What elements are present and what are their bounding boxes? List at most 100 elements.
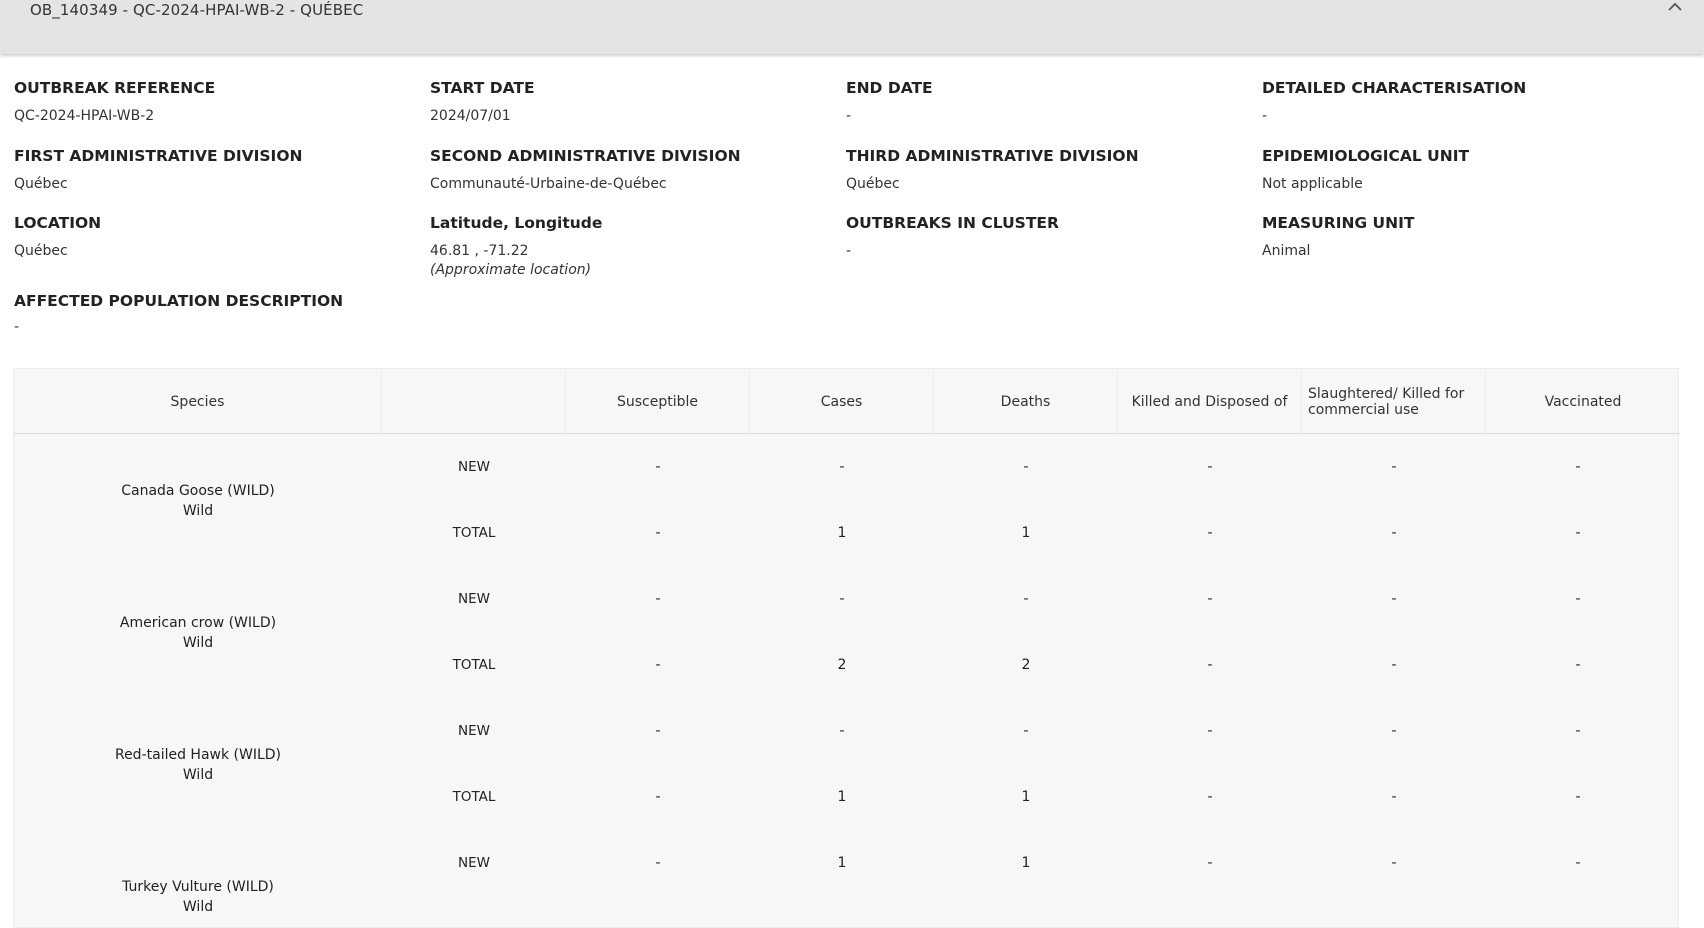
susceptible-cell: - <box>655 591 661 607</box>
killed-cell: - <box>1207 789 1213 805</box>
species-name: Canada Goose (WILD) <box>121 483 275 499</box>
killed-cell: - <box>1207 591 1213 607</box>
species-category: Wild <box>182 503 214 519</box>
cases-cell: 1 <box>837 789 847 805</box>
killed-cell: - <box>1207 525 1213 541</box>
deaths-cell: - <box>1023 591 1029 607</box>
field-label: SECOND ADMINISTRATIVE DIVISION <box>430 147 741 165</box>
field-value: Not applicable <box>1262 176 1363 192</box>
deaths-cell: 1 <box>1021 525 1031 541</box>
field-value: 46.81 , -71.22 <box>430 243 529 259</box>
susceptible-cell: - <box>655 657 661 673</box>
field-value: Québec <box>14 243 68 259</box>
field-label: MEASURING UNIT <box>1262 214 1415 232</box>
species-category: Wild <box>182 635 214 651</box>
slaughtered-cell: - <box>1391 459 1397 475</box>
field-label: THIRD ADMINISTRATIVE DIVISION <box>846 147 1139 165</box>
measuring-unit-field: MEASURING UNIT Animal <box>1262 213 1662 261</box>
species-name: Turkey Vulture (WILD) <box>122 879 274 895</box>
detailed-characterisation-field: DETAILED CHARACTERISATION - <box>1262 78 1662 126</box>
affected-population-field: AFFECTED POPULATION DESCRIPTION - <box>14 291 414 337</box>
field-label: AFFECTED POPULATION DESCRIPTION <box>14 292 344 310</box>
cases-cell: 2 <box>837 657 847 673</box>
vaccinated-cell: - <box>1575 525 1581 541</box>
field-label: EPIDEMIOLOGICAL UNIT <box>1262 147 1470 165</box>
cases-cell: 1 <box>837 855 847 871</box>
species-category: Wild <box>182 767 214 783</box>
slaughtered-cell: - <box>1391 591 1397 607</box>
slaughtered-cell: - <box>1391 789 1397 805</box>
field-value: 2024/07/01 <box>430 108 511 124</box>
cases-cell: 1 <box>837 525 847 541</box>
vaccinated-cell: - <box>1575 591 1581 607</box>
row-label-new: NEW <box>458 591 490 607</box>
susceptible-cell: - <box>655 789 661 805</box>
column-header-killed: Killed and Disposed of <box>1118 369 1302 435</box>
species-category: Wild <box>182 899 214 915</box>
field-label: LOCATION <box>14 214 102 232</box>
vaccinated-cell: - <box>1575 657 1581 673</box>
susceptible-cell: - <box>655 723 661 739</box>
row-label-total: TOTAL <box>452 657 496 673</box>
killed-cell: - <box>1207 723 1213 739</box>
field-value: Québec <box>14 176 68 192</box>
species-name: Red-tailed Hawk (WILD) <box>114 747 282 763</box>
vaccinated-cell: - <box>1575 459 1581 475</box>
row-label-new: NEW <box>458 855 490 871</box>
field-value: - <box>846 243 852 259</box>
killed-cell: - <box>1207 855 1213 871</box>
species-table: Species Susceptible Cases Deaths Killed … <box>13 368 1680 928</box>
outbreaks-in-cluster-field: OUTBREAKS IN CLUSTER - <box>846 213 1246 261</box>
column-header-cases: Cases <box>750 369 934 435</box>
header-divider <box>14 433 1680 434</box>
killed-cell: - <box>1207 459 1213 475</box>
vaccinated-cell: - <box>1575 789 1581 805</box>
column-header-species: Species <box>14 369 382 435</box>
field-value: - <box>1262 108 1268 124</box>
second-admin-division-field: SECOND ADMINISTRATIVE DIVISION Communaut… <box>430 146 830 194</box>
column-header-vaccinated: Vaccinated <box>1544 394 1622 410</box>
column-header-deaths: Deaths <box>934 369 1118 435</box>
field-value: Communauté-Urbaine-de-Québec <box>430 176 667 192</box>
field-value: - <box>14 319 20 335</box>
field-label: START DATE <box>430 79 535 97</box>
slaughtered-cell: - <box>1391 525 1397 541</box>
column-header-slaughtered: Slaughtered/ Killed for commercial use <box>1302 369 1486 435</box>
cases-cell: - <box>839 723 845 739</box>
killed-cell: - <box>1207 657 1213 673</box>
row-label-new: NEW <box>458 723 490 739</box>
species-cell: Red-tailed Hawk (WILD) Wild <box>14 745 382 785</box>
species-cell: Canada Goose (WILD) Wild <box>14 481 382 521</box>
vaccinated-cell: - <box>1575 723 1581 739</box>
cases-cell: - <box>839 591 845 607</box>
field-value: Québec <box>846 176 900 192</box>
deaths-cell: 1 <box>1021 855 1031 871</box>
row-label-total: TOTAL <box>452 525 496 541</box>
field-label: END DATE <box>846 79 933 97</box>
field-label: DETAILED CHARACTERISATION <box>1262 79 1527 97</box>
outbreak-reference-field: OUTBREAK REFERENCE QC-2024-HPAI-WB-2 <box>14 78 414 126</box>
slaughtered-cell: - <box>1391 723 1397 739</box>
deaths-cell: - <box>1023 459 1029 475</box>
deaths-cell: 1 <box>1021 789 1031 805</box>
deaths-cell: 2 <box>1021 657 1031 673</box>
field-label: OUTBREAK REFERENCE <box>14 79 216 97</box>
outbreak-title: OB_140349 - QC-2024-HPAI-WB-2 - QUÉBEC <box>30 1 364 19</box>
approximate-location-note: (Approximate location) <box>430 262 592 278</box>
column-header-type <box>382 369 566 435</box>
susceptible-cell: - <box>655 525 661 541</box>
third-admin-division-field: THIRD ADMINISTRATIVE DIVISION Québec <box>846 146 1246 194</box>
row-label-new: NEW <box>458 459 490 475</box>
vaccinated-cell: - <box>1575 855 1581 871</box>
slaughtered-cell: - <box>1391 855 1397 871</box>
outbreak-panel-header[interactable]: OB_140349 - QC-2024-HPAI-WB-2 - QUÉBEC <box>0 0 1704 54</box>
field-value: Animal <box>1262 243 1311 259</box>
susceptible-cell: - <box>655 459 661 475</box>
chevron-up-icon[interactable] <box>1664 0 1686 16</box>
lat-long-field: Latitude, Longitude 46.81 , -71.22 (Appr… <box>430 213 830 280</box>
row-label-total: TOTAL <box>452 789 496 805</box>
slaughtered-cell: - <box>1391 657 1397 673</box>
field-value: - <box>846 108 852 124</box>
end-date-field: END DATE - <box>846 78 1246 126</box>
field-label: Latitude, Longitude <box>430 214 603 232</box>
